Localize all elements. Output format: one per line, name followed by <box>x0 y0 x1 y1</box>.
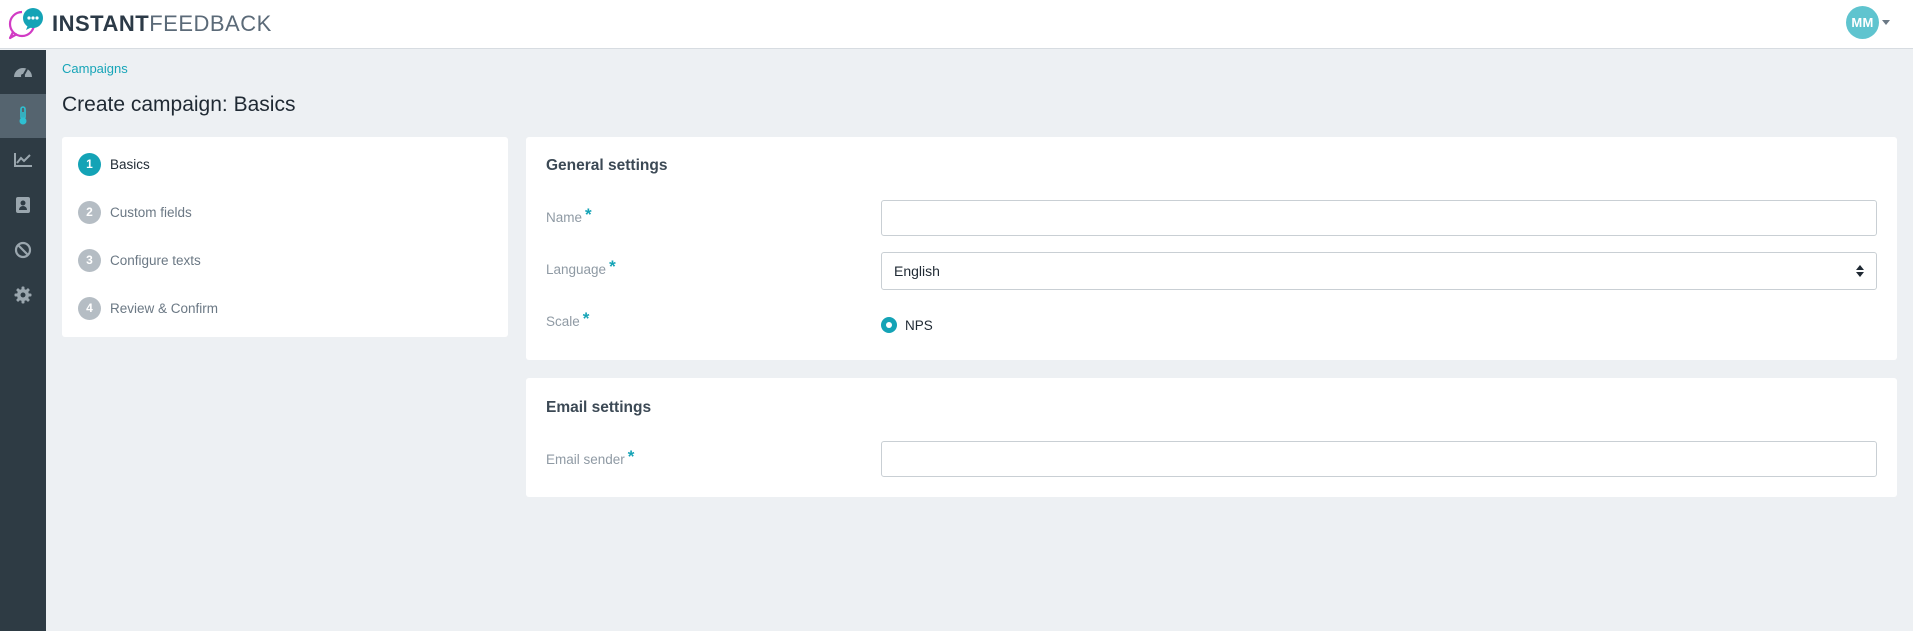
line-chart-icon <box>13 152 33 168</box>
sidebar-item-campaigns[interactable] <box>0 94 46 138</box>
email-settings-card: Email settings Email sender * <box>526 378 1897 497</box>
general-settings-card: General settings Name * Language * English… <box>526 137 1897 360</box>
gear-icon <box>14 286 32 304</box>
step-custom-fields[interactable]: 2 Custom fields <box>78 200 192 224</box>
email-sender-label: Email sender * <box>546 447 635 467</box>
email-settings-title: Email settings <box>546 399 652 416</box>
step-number: 1 <box>78 152 101 176</box>
name-field[interactable] <box>881 200 1877 236</box>
top-bar: INSTANTFEEDBACK MM <box>0 0 1913 49</box>
required-marker: * <box>609 257 616 276</box>
sort-arrows-icon <box>1856 265 1864 277</box>
step-label: Basics <box>110 156 150 172</box>
scale-option-label: NPS <box>905 317 933 333</box>
step-configure-texts[interactable]: 3 Configure texts <box>78 248 201 272</box>
page-title: Create campaign: Basics <box>62 93 296 116</box>
sidebar-item-dashboard[interactable] <box>0 50 46 94</box>
step-number: 2 <box>78 200 101 224</box>
step-label: Custom fields <box>110 204 192 220</box>
logo-icon <box>6 7 44 41</box>
language-select-value: English <box>894 263 940 279</box>
required-marker: * <box>582 309 590 328</box>
ban-icon <box>14 241 32 259</box>
sidebar <box>0 50 46 631</box>
speedometer-icon <box>13 64 33 80</box>
email-sender-field[interactable] <box>881 441 1877 477</box>
language-label: Language * <box>546 257 616 277</box>
required-marker: * <box>627 447 635 466</box>
address-book-icon <box>15 196 31 214</box>
logo[interactable]: INSTANTFEEDBACK <box>6 7 272 41</box>
logo-wordmark: INSTANTFEEDBACK <box>52 11 272 36</box>
sidebar-item-settings[interactable] <box>0 273 46 317</box>
step-review-confirm[interactable]: 4 Review & Confirm <box>78 296 218 320</box>
wizard-steps: 1 Basics 2 Custom fields 3 Configure tex… <box>62 137 508 337</box>
avatar[interactable]: MM <box>1846 6 1879 39</box>
sidebar-item-blocked[interactable] <box>0 228 46 272</box>
caret-down-icon <box>1882 20 1890 25</box>
required-marker: * <box>585 205 592 224</box>
name-label: Name * <box>546 205 592 225</box>
step-basics[interactable]: 1 Basics <box>78 152 150 176</box>
breadcrumb-campaigns[interactable]: Campaigns <box>62 61 128 76</box>
user-menu[interactable]: MM <box>1846 6 1890 39</box>
general-settings-title: General settings <box>546 157 668 174</box>
step-number: 4 <box>78 296 101 320</box>
scale-label: Scale * <box>546 309 590 329</box>
scale-radio-nps[interactable]: NPS <box>881 317 933 333</box>
radio-checked-icon[interactable] <box>881 317 897 333</box>
sidebar-item-contacts[interactable] <box>0 183 46 227</box>
language-select[interactable]: English <box>881 252 1877 290</box>
step-label: Review & Confirm <box>110 300 219 316</box>
sidebar-item-reports[interactable] <box>0 138 46 182</box>
thermometer-icon <box>17 106 29 126</box>
step-label: Configure texts <box>110 252 201 268</box>
step-number: 3 <box>78 248 101 272</box>
